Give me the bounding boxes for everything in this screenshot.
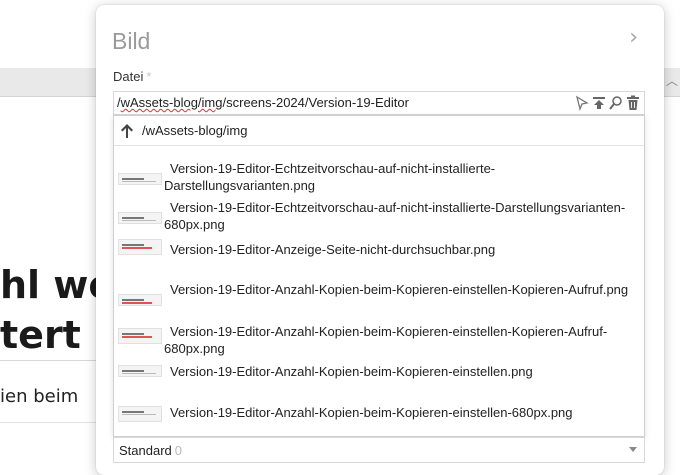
file-path-value[interactable]: /wAssets-blog/img/screens-2024/Version-1… <box>117 95 409 110</box>
parent-folder-path: /wAssets-blog/img <box>142 123 248 138</box>
standard-select-count: 0 <box>174 443 182 458</box>
image-properties-panel: Bild › Datei * /wAssets-blog/img/screens-… <box>96 5 664 475</box>
image-thumbnail <box>118 294 162 306</box>
file-name: Version-19-Editor-Anzahl-Kopien-beim-Kop… <box>170 405 573 420</box>
file-name: Version-19-Editor-Anzahl-Kopien-beim-Kop… <box>164 324 608 356</box>
file-path-rest: /screens-2024/Version-19-Editor <box>222 95 409 110</box>
standard-select-label: Standard <box>119 443 172 458</box>
file-list-item[interactable]: Version-19-Editor-Anzahl-Kopien-beim-Kop… <box>114 361 644 403</box>
file-name: Version-19-Editor-Anzeige-Seite-nicht-du… <box>170 242 496 257</box>
file-path-misspelled: wAssets-blog/img <box>120 95 223 110</box>
file-list-item[interactable]: Version-19-Editor-Echtzeitvorschau-auf-n… <box>114 154 644 196</box>
standard-select-value: Standard 0 <box>119 443 182 458</box>
image-thumbnail <box>118 406 162 422</box>
required-marker: * <box>146 69 152 84</box>
file-list-item[interactable]: Version-19-Editor-Echtzeitvorschau-auf-n… <box>114 197 644 239</box>
image-thumbnail <box>118 328 162 344</box>
file-list-item[interactable]: Version-19-Editor-Anzahl-Kopien-beim-Kop… <box>114 278 644 320</box>
divider <box>0 422 110 423</box>
file-name: Version-19-Editor-Anzahl-Kopien-beim-Kop… <box>170 282 629 297</box>
page-heading-line-2: tert <box>0 313 81 357</box>
file-name: Version-19-Editor-Anzahl-Kopien-beim-Kop… <box>170 364 533 379</box>
cursor-select-icon[interactable] <box>575 95 589 112</box>
upload-icon[interactable] <box>592 95 606 111</box>
file-label-text: Datei <box>113 69 144 84</box>
trash-icon[interactable] <box>626 95 640 111</box>
file-field-label: Datei * <box>113 69 151 84</box>
chevron-right-icon[interactable]: › <box>629 25 638 50</box>
file-path-input[interactable]: /wAssets-blog/img/screens-2024/Version-1… <box>113 91 645 115</box>
image-thumbnail <box>118 173 162 185</box>
panel-title: Bild <box>112 28 151 54</box>
file-name: Version-19-Editor-Echtzeitvorschau-auf-n… <box>164 161 496 193</box>
chevron-down-icon <box>629 447 637 452</box>
divider <box>0 360 110 361</box>
file-list-item[interactable]: Version-19-Editor-Anzahl-Kopien-beim-Kop… <box>114 320 644 362</box>
image-thumbnail <box>118 212 162 224</box>
file-name: Version-19-Editor-Echtzeitvorschau-auf-n… <box>164 200 626 232</box>
search-icon[interactable] <box>609 95 623 111</box>
file-list-item[interactable]: Version-19-Editor-Anzeige-Seite-nicht-du… <box>114 239 644 281</box>
arrow-up-icon <box>121 123 133 138</box>
file-browser-dropdown: /wAssets-blog/img Version-19-Editor-Echt… <box>113 115 645 437</box>
image-thumbnail <box>118 365 162 377</box>
scroll-up-icon[interactable]: ︿ <box>666 72 678 89</box>
file-list-item[interactable]: Version-19-Editor-Anzahl-Kopien-beim-Kop… <box>114 399 644 437</box>
file-input-actions <box>575 95 640 112</box>
image-thumbnail <box>118 239 162 255</box>
standard-select[interactable]: Standard 0 <box>113 437 645 463</box>
parent-folder-row[interactable]: /wAssets-blog/img <box>114 116 644 146</box>
body-text-fragment: ien beim <box>0 386 79 407</box>
